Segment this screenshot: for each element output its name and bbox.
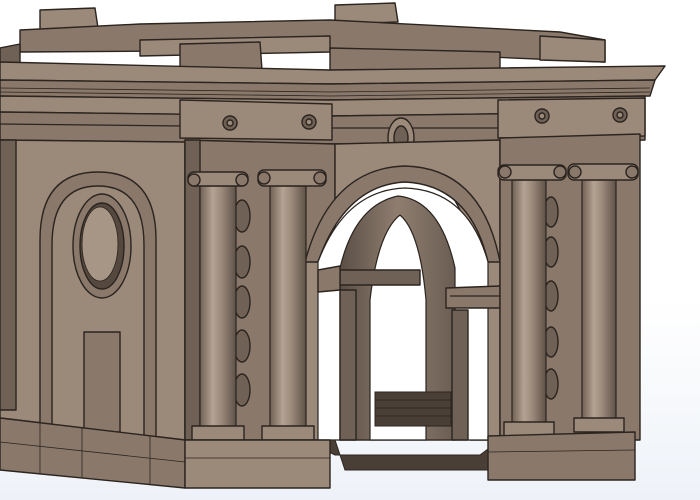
rosette-icon (222, 115, 238, 131)
rosette-icon (301, 114, 317, 130)
cornice (0, 61, 666, 145)
archway (304, 139, 521, 471)
ionic-capital-icon (497, 164, 567, 181)
ionic-capital-icon (187, 171, 249, 187)
attic (0, 2, 606, 73)
ionic-capital-icon (257, 169, 327, 187)
rosette-icon (612, 107, 628, 123)
rosette-icon (534, 108, 550, 124)
left-pier (0, 139, 186, 441)
ionic-capital-icon (567, 163, 639, 181)
arch-model (0, 2, 666, 489)
cad-viewport[interactable] (0, 0, 700, 500)
